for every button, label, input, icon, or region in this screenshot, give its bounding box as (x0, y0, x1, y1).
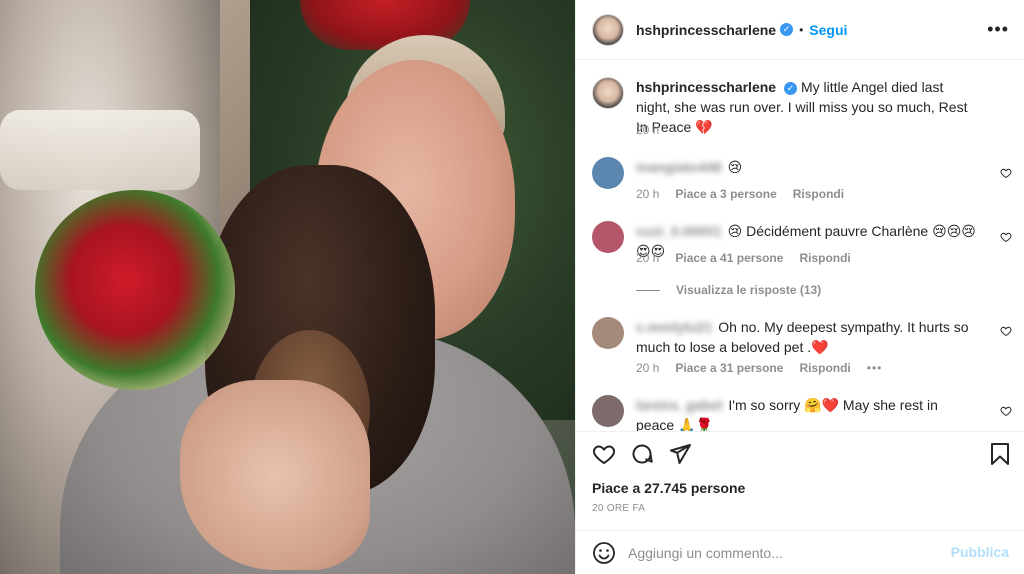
like-heart-icon[interactable] (592, 442, 616, 466)
comment-meta: 20 h Piace a 41 persone Rispondi (636, 251, 851, 265)
comment-time[interactable]: 20 h (636, 187, 659, 201)
caption-body: hshprincesscharlene ✓ My little Angel die… (636, 77, 976, 137)
comment-text: 😢 (727, 159, 743, 175)
likes-count[interactable]: Piace a 27.745 persone (592, 480, 745, 496)
reply-button[interactable]: Rispondi (799, 251, 850, 265)
caption-avatar[interactable] (592, 77, 624, 109)
commenter-username[interactable]: lareira_gabel (636, 397, 722, 413)
reply-button[interactable]: Rispondi (799, 361, 850, 375)
comment-body: lareira_gabel I'm so sorry 🤗❤️ May she re… (636, 395, 976, 431)
commenter-username[interactable]: mangiato448 (636, 159, 722, 175)
commenter-avatar[interactable] (592, 221, 624, 253)
comment-meta: 20 h Piace a 3 persone Rispondi (636, 187, 844, 201)
commenter-avatar[interactable] (592, 317, 624, 349)
verified-badge-icon: ✓ (780, 23, 794, 36)
post-timestamp[interactable]: 20 ORE FA (592, 503, 645, 514)
comment-likes[interactable]: Piace a 41 persone (675, 251, 783, 265)
verified-badge-icon: ✓ (784, 81, 798, 95)
comment-meta: 20 h Piace a 31 persone Rispondi ••• (636, 361, 882, 375)
share-paper-plane-icon[interactable] (668, 442, 692, 466)
photo-gift-bow (35, 190, 235, 390)
instagram-post: hshprincesscharlene ✓ • Segui ••• hshpri… (0, 0, 1024, 574)
post-sidebar: hshprincesscharlene ✓ • Segui ••• hshpri… (575, 0, 1024, 574)
emoji-icon[interactable] (592, 541, 616, 565)
comment-options-icon[interactable]: ••• (867, 361, 883, 375)
post-header: hshprincesscharlene ✓ • Segui ••• (576, 0, 1024, 60)
replies-line (636, 289, 660, 291)
separator-dot: • (799, 22, 804, 37)
comment-likes[interactable]: Piace a 31 persone (675, 361, 783, 375)
reply-button[interactable]: Rispondi (793, 187, 844, 201)
photo-hand (180, 380, 370, 570)
author-avatar[interactable] (592, 13, 624, 46)
comment-time[interactable]: 20 h (636, 251, 659, 265)
like-comment-heart-icon[interactable] (1000, 325, 1012, 337)
save-bookmark-icon[interactable] (988, 442, 1012, 466)
caption-username[interactable]: hshprincesscharlene (636, 79, 776, 95)
more-options-icon[interactable]: ••• (987, 20, 1009, 38)
commenter-avatar[interactable] (592, 395, 624, 427)
commenter-avatar[interactable] (592, 157, 624, 189)
photo-lamp (0, 110, 200, 190)
comment-time[interactable]: 20 h (636, 361, 659, 375)
post-photo[interactable] (0, 0, 575, 574)
caption-time[interactable]: 20 h (636, 123, 659, 137)
author-username[interactable]: hshprincesscharlene (636, 22, 776, 38)
caption-meta: 20 h (636, 123, 659, 137)
like-comment-heart-icon[interactable] (1000, 405, 1012, 417)
view-replies-button[interactable]: Visualizza le risposte (13) (636, 283, 821, 297)
action-icons (592, 442, 692, 466)
commenter-username[interactable]: cuzi_0.00001 (636, 223, 722, 239)
view-replies-label: Visualizza le risposte (13) (676, 283, 822, 297)
comments-list[interactable]: hshprincesscharlene ✓ My little Angel die… (576, 61, 1024, 431)
comment-bubble-icon[interactable] (630, 442, 654, 466)
publish-button[interactable]: Pubblica (951, 544, 1009, 560)
comment-likes[interactable]: Piace a 3 persone (675, 187, 776, 201)
add-comment-bar: Pubblica (576, 530, 1024, 574)
comment-body: mangiato448 😢 (636, 157, 976, 177)
commenter-username[interactable]: c.mmlylu21 (636, 319, 712, 335)
like-comment-heart-icon[interactable] (1000, 167, 1012, 179)
follow-button[interactable]: Segui (809, 22, 847, 38)
like-comment-heart-icon[interactable] (1000, 231, 1012, 243)
comment-body: c.mmlylu21 Oh no. My deepest sympathy. It… (636, 317, 976, 357)
comment-input[interactable] (628, 544, 948, 561)
